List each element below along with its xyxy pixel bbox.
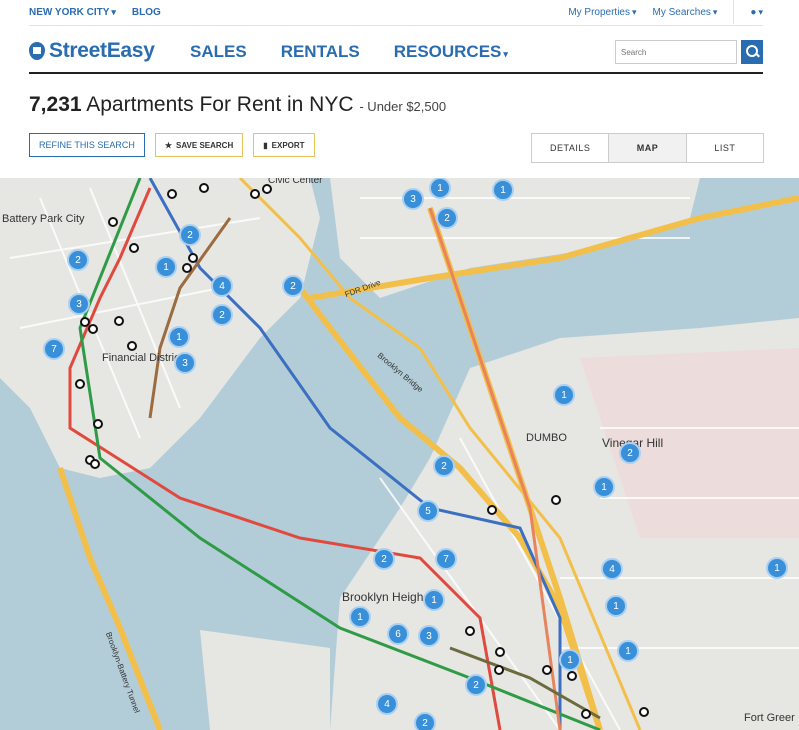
listing-marker[interactable]: 2 — [67, 249, 89, 271]
page-title: 7,231 Apartments For Rent in NYC - Under… — [29, 93, 446, 117]
listing-marker[interactable]: 1 — [423, 589, 445, 611]
result-count: 7,231 — [29, 93, 82, 116]
listing-marker[interactable]: 1 — [553, 384, 575, 406]
map-label-brooklyn-heights: Brooklyn Heigh — [342, 590, 424, 604]
my-properties-menu[interactable]: My Properties — [568, 7, 636, 24]
brand-name: StreetEasy — [49, 39, 155, 62]
listing-marker[interactable]: 1 — [492, 179, 514, 201]
listing-marker[interactable]: 2 — [465, 674, 487, 696]
search-input[interactable] — [615, 40, 737, 64]
map-view[interactable]: Battery Park City Financial District DUM… — [0, 178, 799, 730]
tab-list[interactable]: LIST — [687, 134, 763, 162]
export-button[interactable]: ▮ EXPORT — [253, 133, 315, 157]
listing-marker[interactable]: 2 — [619, 442, 641, 464]
map-label-battery-park-city: Battery Park City — [2, 213, 85, 225]
listing-marker[interactable]: 6 — [387, 623, 409, 645]
listing-marker[interactable]: 2 — [373, 548, 395, 570]
map-label-financial-district: Financial District — [102, 352, 183, 364]
listing-marker[interactable]: 4 — [601, 558, 623, 580]
listing-marker[interactable]: 3 — [174, 352, 196, 374]
blog-link[interactable]: BLOG — [132, 7, 161, 18]
listing-marker[interactable]: 2 — [436, 207, 458, 229]
refine-search-button[interactable]: REFINE THIS SEARCH — [29, 133, 145, 157]
save-search-button[interactable]: ★ SAVE SEARCH — [154, 133, 244, 157]
file-icon: ▮ — [263, 140, 268, 150]
streeteasy-logo[interactable]: StreetEasy — [29, 39, 155, 63]
listing-marker[interactable]: 1 — [617, 640, 639, 662]
result-subtitle: - Under $2,500 — [359, 99, 447, 114]
tab-map[interactable]: MAP — [609, 134, 687, 162]
map-label-civic-center: Civic Center — [268, 178, 323, 186]
city-selector[interactable]: NEW YORK CITY — [29, 7, 116, 18]
listing-marker[interactable]: 2 — [414, 712, 436, 730]
listing-marker[interactable]: 2 — [211, 304, 233, 326]
search-button[interactable] — [741, 40, 763, 64]
listing-marker[interactable]: 1 — [559, 649, 581, 671]
listing-marker[interactable]: 3 — [402, 188, 424, 210]
listing-marker[interactable]: 7 — [435, 548, 457, 570]
nav-sales[interactable]: SALES — [190, 42, 247, 62]
nav-resources[interactable]: RESOURCES — [394, 42, 508, 62]
logo-pin-icon — [29, 42, 45, 60]
my-searches-menu[interactable]: My Searches — [653, 7, 718, 24]
listing-marker[interactable]: 4 — [211, 275, 233, 297]
view-tabs: DETAILS MAP LIST — [531, 133, 764, 163]
listing-marker[interactable]: 7 — [43, 338, 65, 360]
map-canvas — [0, 178, 799, 730]
divider — [733, 0, 735, 24]
listing-marker[interactable]: 1 — [593, 476, 615, 498]
listing-marker[interactable]: 2 — [282, 275, 304, 297]
nav-rentals[interactable]: RENTALS — [281, 42, 360, 62]
refine-label: REFINE THIS SEARCH — [39, 140, 135, 150]
listing-marker[interactable]: 1 — [155, 256, 177, 278]
listing-marker[interactable]: 4 — [376, 693, 398, 715]
result-title: Apartments For Rent in NYC — [86, 93, 354, 116]
listing-marker[interactable]: 1 — [766, 557, 788, 579]
listing-marker[interactable]: 2 — [179, 224, 201, 246]
listing-marker[interactable]: 3 — [68, 293, 90, 315]
listing-marker[interactable]: 1 — [168, 326, 190, 348]
star-icon: ★ — [164, 140, 173, 150]
listing-marker[interactable]: 5 — [417, 500, 439, 522]
listing-marker[interactable]: 1 — [349, 606, 371, 628]
listing-marker[interactable]: 1 — [429, 178, 451, 199]
save-label: SAVE SEARCH — [176, 140, 234, 150]
listing-marker[interactable]: 3 — [418, 625, 440, 647]
tab-details[interactable]: DETAILS — [532, 134, 610, 162]
user-icon[interactable]: ● — [750, 7, 763, 24]
map-label-fort-greene: Fort Greer — [744, 712, 795, 724]
listing-marker[interactable]: 1 — [605, 595, 627, 617]
listing-marker[interactable]: 2 — [433, 455, 455, 477]
export-label: EXPORT — [271, 140, 305, 150]
main-nav: StreetEasy SALES RENTALS RESOURCES — [29, 27, 763, 74]
top-utility-bar: NEW YORK CITY BLOG My Properties My Sear… — [29, 0, 763, 26]
map-label-dumbo: DUMBO — [526, 432, 567, 444]
